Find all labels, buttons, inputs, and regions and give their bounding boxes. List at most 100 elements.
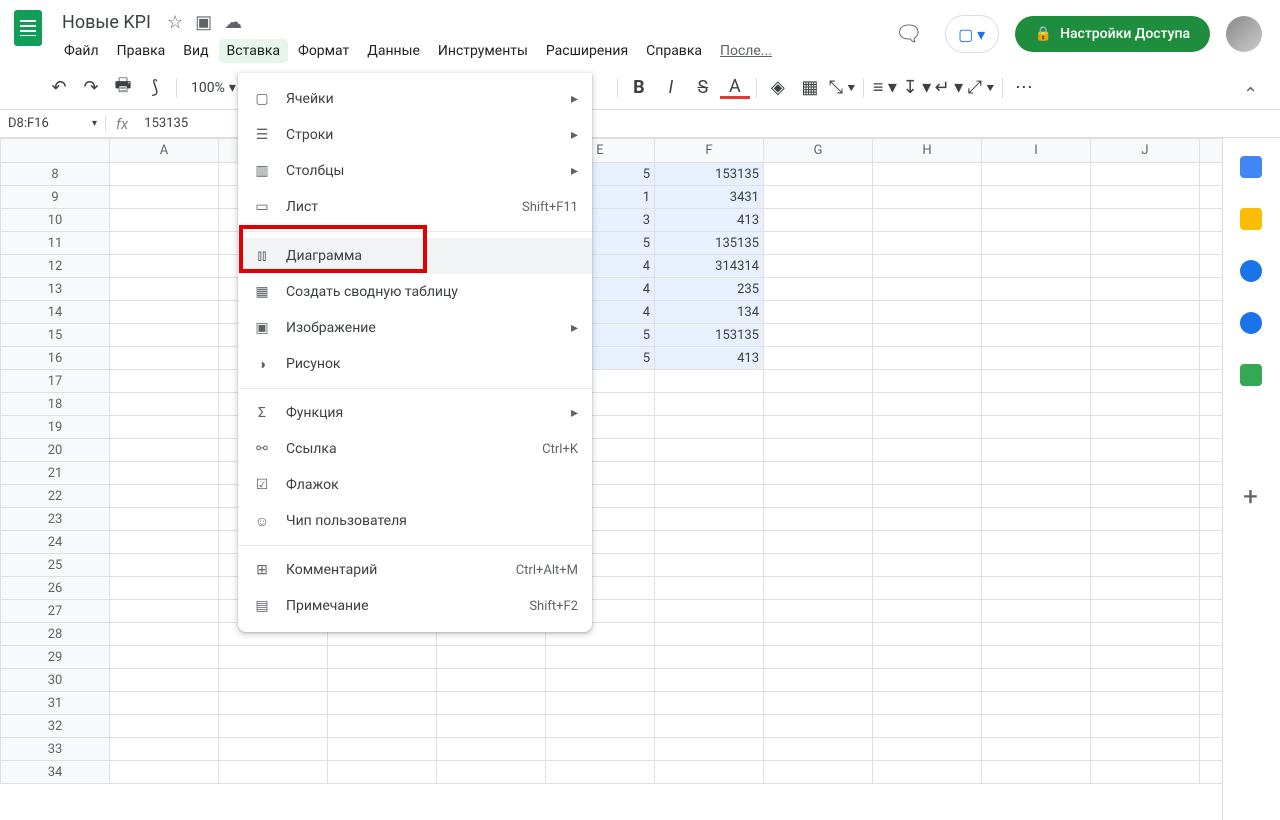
cell-I25[interactable] xyxy=(982,554,1091,577)
row-11[interactable]: 11 xyxy=(1,232,110,255)
cell-J20[interactable] xyxy=(1091,439,1200,462)
cell-J27[interactable] xyxy=(1091,600,1200,623)
cell-H32[interactable] xyxy=(873,715,982,738)
valign-icon[interactable]: ↧ ▾ xyxy=(902,73,932,103)
cell-J10[interactable] xyxy=(1091,209,1200,232)
cell-J9[interactable] xyxy=(1091,186,1200,209)
cell-J32[interactable] xyxy=(1091,715,1200,738)
cell-F9[interactable]: 3431 xyxy=(655,186,764,209)
cell-H27[interactable] xyxy=(873,600,982,623)
cell-G26[interactable] xyxy=(764,577,873,600)
cell-I14[interactable] xyxy=(982,301,1091,324)
cell-A31[interactable] xyxy=(110,692,219,715)
cell-G11[interactable] xyxy=(764,232,873,255)
cell-D33[interactable] xyxy=(437,738,546,761)
cell-A24[interactable] xyxy=(110,531,219,554)
halign-icon[interactable]: ≡ ▾ xyxy=(870,73,900,103)
cell-F21[interactable] xyxy=(655,462,764,485)
cell-F26[interactable] xyxy=(655,577,764,600)
zoom-select[interactable]: 100% ▾ xyxy=(183,80,244,96)
cell-J29[interactable] xyxy=(1091,646,1200,669)
row-9[interactable]: 9 xyxy=(1,186,110,209)
col-J[interactable]: J xyxy=(1091,139,1200,163)
menu-chip[interactable]: ☺Чип пользователя xyxy=(238,503,592,539)
cell-J33[interactable] xyxy=(1091,738,1200,761)
cell-I29[interactable] xyxy=(982,646,1091,669)
cell-C32[interactable] xyxy=(328,715,437,738)
cell-H15[interactable] xyxy=(873,324,982,347)
cell-J34[interactable] xyxy=(1091,761,1200,784)
row-13[interactable]: 13 xyxy=(1,278,110,301)
add-icon[interactable]: + xyxy=(1240,486,1262,508)
row-23[interactable]: 23 xyxy=(1,508,110,531)
maps-icon[interactable] xyxy=(1240,364,1262,386)
cell-G29[interactable] xyxy=(764,646,873,669)
cell-H26[interactable] xyxy=(873,577,982,600)
merge-icon[interactable]: ⤡ ▾ xyxy=(827,73,857,103)
cell-F31[interactable] xyxy=(655,692,764,715)
cell-I8[interactable] xyxy=(982,163,1091,186)
cell-A23[interactable] xyxy=(110,508,219,531)
cell-A13[interactable] xyxy=(110,278,219,301)
row-32[interactable]: 32 xyxy=(1,715,110,738)
cell-D31[interactable] xyxy=(437,692,546,715)
contacts-icon[interactable] xyxy=(1240,312,1262,334)
cell-I24[interactable] xyxy=(982,531,1091,554)
cell-E29[interactable] xyxy=(546,646,655,669)
cell-G12[interactable] xyxy=(764,255,873,278)
print-icon[interactable]: 🖶 xyxy=(108,73,138,103)
cell-G8[interactable] xyxy=(764,163,873,186)
cell-H13[interactable] xyxy=(873,278,982,301)
cell-H14[interactable] xyxy=(873,301,982,324)
row-8[interactable]: 8 xyxy=(1,163,110,186)
cell-I16[interactable] xyxy=(982,347,1091,370)
cell-H16[interactable] xyxy=(873,347,982,370)
menubar-Файл[interactable]: Файл xyxy=(56,39,107,63)
move-icon[interactable]: ▣ xyxy=(195,12,212,33)
cell-C34[interactable] xyxy=(328,761,437,784)
cell-H17[interactable] xyxy=(873,370,982,393)
cell-G9[interactable] xyxy=(764,186,873,209)
cell-J15[interactable] xyxy=(1091,324,1200,347)
cell-G28[interactable] xyxy=(764,623,873,646)
cell-D29[interactable] xyxy=(437,646,546,669)
menubar-Справка[interactable]: Справка xyxy=(638,39,710,63)
cell-H22[interactable] xyxy=(873,485,982,508)
cell-G32[interactable] xyxy=(764,715,873,738)
cell-E32[interactable] xyxy=(546,715,655,738)
cell-J22[interactable] xyxy=(1091,485,1200,508)
name-box[interactable]: D8:F16 ▾ xyxy=(0,116,106,131)
cell-J28[interactable] xyxy=(1091,623,1200,646)
cell-I28[interactable] xyxy=(982,623,1091,646)
cell-H24[interactable] xyxy=(873,531,982,554)
paint-format-icon[interactable]: ⟆ xyxy=(140,73,170,103)
cell-G33[interactable] xyxy=(764,738,873,761)
cell-G22[interactable] xyxy=(764,485,873,508)
cell-F32[interactable] xyxy=(655,715,764,738)
cell-H33[interactable] xyxy=(873,738,982,761)
row-19[interactable]: 19 xyxy=(1,416,110,439)
row-25[interactable]: 25 xyxy=(1,554,110,577)
cell-F28[interactable] xyxy=(655,623,764,646)
menu-function[interactable]: ΣФункция▸ xyxy=(238,395,592,431)
formula-input[interactable] xyxy=(138,116,238,131)
row-15[interactable]: 15 xyxy=(1,324,110,347)
collapse-toolbar-icon[interactable]: ⌄ xyxy=(1243,82,1258,103)
cell-F11[interactable]: 135135 xyxy=(655,232,764,255)
redo-icon[interactable]: ↷ xyxy=(76,73,106,103)
cell-A15[interactable] xyxy=(110,324,219,347)
bold-icon[interactable]: B xyxy=(624,73,654,103)
cell-E33[interactable] xyxy=(546,738,655,761)
cell-I27[interactable] xyxy=(982,600,1091,623)
cell-A25[interactable] xyxy=(110,554,219,577)
cell-I13[interactable] xyxy=(982,278,1091,301)
cell-F12[interactable]: 314314 xyxy=(655,255,764,278)
cell-J12[interactable] xyxy=(1091,255,1200,278)
menu-checkbox[interactable]: ☑Флажок xyxy=(238,467,592,503)
cell-J8[interactable] xyxy=(1091,163,1200,186)
cell-F8[interactable]: 153135 xyxy=(655,163,764,186)
cell-A18[interactable] xyxy=(110,393,219,416)
cell-G14[interactable] xyxy=(764,301,873,324)
cell-F34[interactable] xyxy=(655,761,764,784)
cell-A34[interactable] xyxy=(110,761,219,784)
